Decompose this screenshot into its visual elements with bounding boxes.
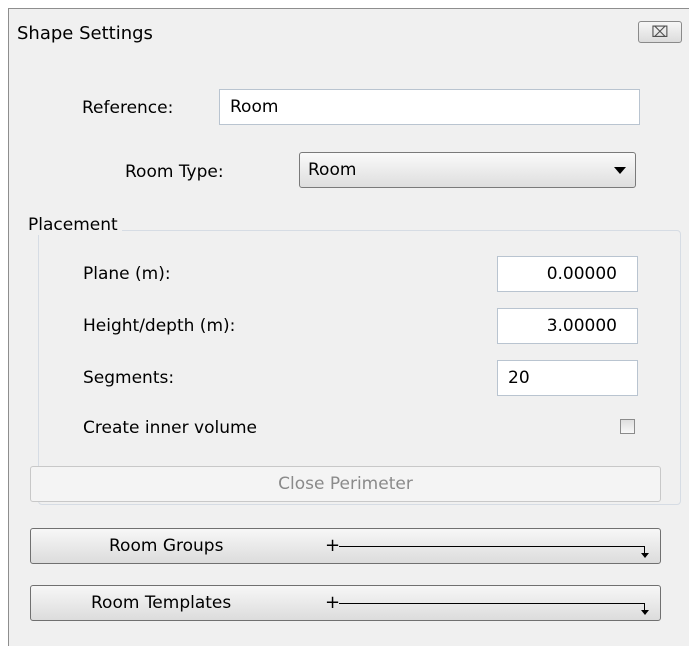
reference-label: Reference: (82, 98, 174, 118)
room-type-selected-value: Room (308, 160, 357, 180)
title-bar: Shape Settings ⌧ (9, 9, 689, 53)
room-templates-label: Room Templates (91, 593, 232, 613)
height-depth-input[interactable]: 3.00000 (497, 308, 638, 344)
chevron-down-icon (614, 167, 626, 174)
arrow-down-icon (641, 553, 649, 558)
plane-label: Plane (m): (83, 264, 171, 284)
reference-input[interactable]: Room (219, 89, 640, 125)
plus-icon: + (325, 535, 341, 556)
plane-input[interactable]: 0.00000 (497, 256, 638, 292)
room-type-select[interactable]: Room (299, 152, 636, 188)
inner-volume-label: Create inner volume (83, 418, 257, 438)
close-perimeter-button[interactable]: Close Perimeter (30, 466, 661, 502)
room-groups-expander[interactable]: Room Groups + (30, 528, 661, 564)
close-icon: ⌧ (651, 23, 669, 41)
segments-input[interactable]: 20 (497, 360, 638, 396)
room-type-label: Room Type: (125, 162, 224, 182)
plus-icon: + (325, 592, 341, 613)
room-groups-label: Room Groups (109, 536, 224, 556)
segments-label: Segments: (83, 368, 175, 388)
expand-line-icon (339, 603, 645, 604)
arrow-down-icon (641, 610, 649, 615)
expand-line-icon (339, 546, 645, 547)
close-button[interactable]: ⌧ (638, 21, 682, 43)
room-templates-expander[interactable]: Room Templates + (30, 585, 661, 621)
inner-volume-checkbox[interactable] (620, 419, 635, 434)
dialog-title: Shape Settings (17, 23, 153, 44)
height-depth-label: Height/depth (m): (83, 316, 236, 336)
placement-caption: Placement (24, 215, 122, 235)
